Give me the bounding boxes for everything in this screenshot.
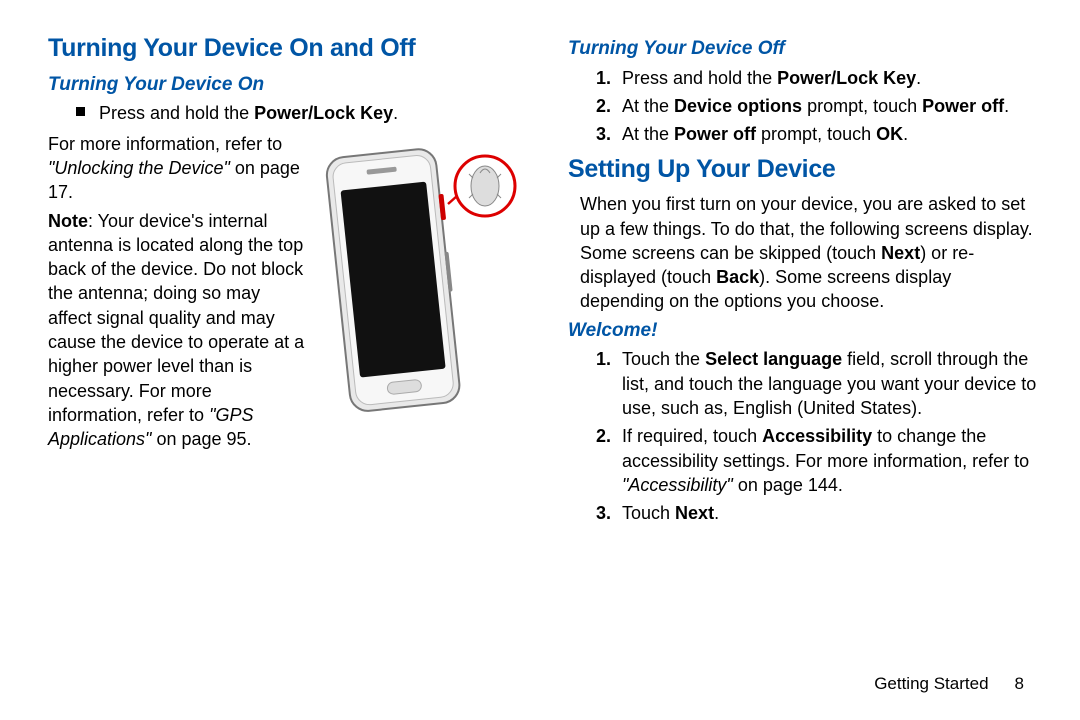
steps-turn-off: Press and hold the Power/Lock Key. At th… [568,66,1040,147]
subheading-turning-on: Turning Your Device On [48,72,520,98]
left-body-text: For more information, refer to "Unlockin… [48,132,308,456]
setup-bold: Back [716,267,759,287]
step-bold: Power/Lock Key [777,68,916,88]
ref-accessibility: "Accessibility" [622,475,733,495]
step-text: prompt, touch [756,124,876,144]
step-text: If required, touch [622,426,762,446]
setup-bold: Next [881,243,920,263]
list-item: Touch the Select language field, scroll … [616,347,1040,420]
step-text: Touch the [622,349,705,369]
note-body-b: on page 95. [151,429,251,449]
list-item: Press and hold the Power/Lock Key. [616,66,1040,90]
note-body-a: : Your device's internal antenna is loca… [48,211,304,425]
step-text: At the [622,96,674,116]
setup-intro: When you first turn on your device, you … [580,192,1040,313]
note-label: Note [48,211,88,231]
footer-page-number: 8 [1015,673,1024,696]
page-footer: Getting Started 8 [874,673,1024,696]
step-bold: Select language [705,349,842,369]
bullet-text-bold: Power/Lock Key [254,103,393,123]
subheading-turning-off: Turning Your Device Off [568,36,1040,62]
step-text: Touch [622,503,675,523]
list-item: If required, touch Accessibility to chan… [616,424,1040,497]
bullet-power-on: Press and hold the Power/Lock Key. [76,101,520,125]
list-item: At the Device options prompt, touch Powe… [616,94,1040,118]
subheading-welcome: Welcome! [568,318,1040,344]
step-bold: Power off [922,96,1004,116]
step-text: prompt, touch [802,96,922,116]
ref-intro: For more information, refer to [48,134,282,154]
list-item: Touch Next. [616,501,1040,525]
right-column: Turning Your Device Off Press and hold t… [568,32,1040,531]
list-item: At the Power off prompt, touch OK. [616,122,1040,146]
heading-setting-up: Setting Up Your Device [568,153,1040,187]
step-bold: Accessibility [762,426,872,446]
step-text: . [903,124,908,144]
step-bold: OK [876,124,903,144]
left-column: Turning Your Device On and Off Turning Y… [48,32,520,531]
ref-unlocking: "Unlocking the Device" [48,158,230,178]
square-bullet-icon [76,107,85,116]
bullet-text-pre: Press and hold the [99,103,254,123]
step-text: . [714,503,719,523]
step-bold: Device options [674,96,802,116]
step-text: . [1004,96,1009,116]
step-text: Press and hold the [622,68,777,88]
footer-section: Getting Started [874,673,988,696]
steps-welcome: Touch the Select language field, scroll … [568,347,1040,525]
step-text: At the [622,124,674,144]
step-text: on page 144. [733,475,843,495]
phone-illustration [320,138,520,456]
step-text: . [916,68,921,88]
step-bold: Power off [674,124,756,144]
phone-icon [320,138,520,448]
heading-on-off: Turning Your Device On and Off [48,32,520,66]
step-bold: Next [675,503,714,523]
bullet-text-post: . [393,103,398,123]
